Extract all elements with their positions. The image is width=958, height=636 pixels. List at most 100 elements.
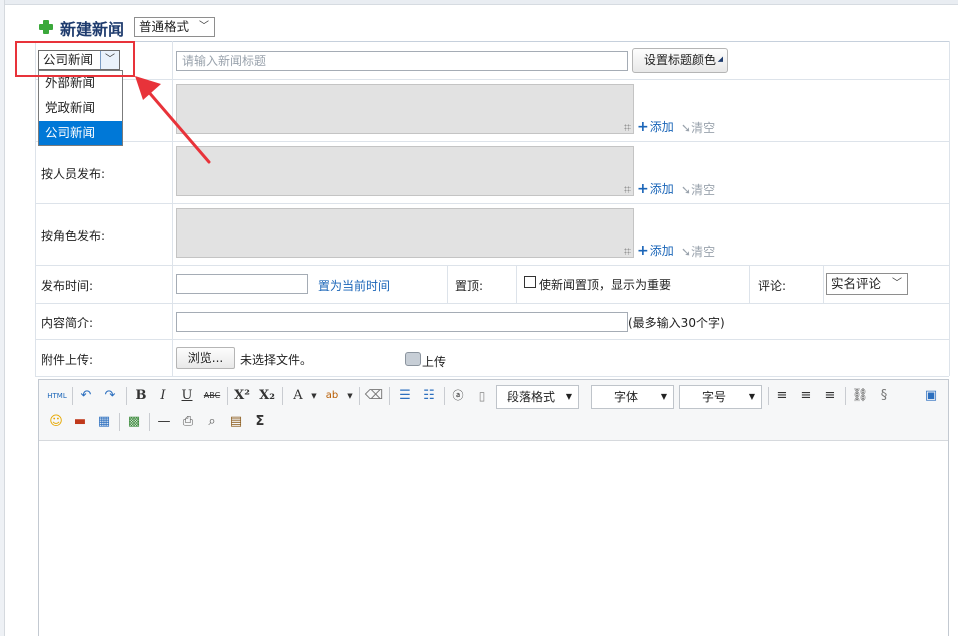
return-arrow-icon: ➘ (681, 183, 692, 197)
pin-checkbox-label: 使新闻置顶，显示为重要 (539, 278, 672, 292)
toolbar-separator (72, 387, 73, 405)
font-size-value: 字号 (702, 390, 727, 404)
clear-department-link[interactable]: ➘清空 (681, 119, 715, 136)
highlight-color-icon[interactable]: ab (322, 386, 342, 406)
department-textarea[interactable] (176, 84, 634, 134)
add-department-link[interactable]: +添加 (637, 118, 674, 135)
pin-checkbox[interactable] (524, 276, 536, 288)
dropdown-arrow-icon[interactable]: ▼ (340, 386, 360, 406)
preview-icon[interactable]: ⌕ (202, 412, 222, 432)
video-icon[interactable]: ▦ (94, 412, 114, 432)
paragraph-format-select[interactable]: 段落格式 ▼ (496, 385, 579, 409)
toolbar-separator (119, 413, 120, 431)
row-divider (35, 376, 949, 377)
resize-grip-icon (624, 124, 631, 131)
format-select[interactable]: 普通格式 ﹀ (134, 17, 215, 37)
format-select-value: 普通格式 (139, 19, 190, 34)
col-divider (823, 265, 824, 303)
image-icon[interactable]: ▬ (70, 412, 90, 432)
emoticon-icon[interactable]: ☺ (46, 412, 66, 432)
person-textarea[interactable] (176, 146, 634, 196)
toolbar-separator (845, 387, 846, 405)
publish-time-label: 发布时间: (41, 279, 94, 293)
toolbar-separator (126, 387, 127, 405)
publish-by-person-label: 按人员发布: (41, 167, 106, 181)
superscript-icon[interactable]: X² (232, 386, 252, 406)
align-left-icon[interactable]: ≡ (772, 386, 792, 406)
toolbar-separator (359, 387, 360, 405)
clear-role-link[interactable]: ➘清空 (681, 243, 715, 260)
plus-icon: + (637, 119, 649, 135)
browse-button[interactable]: 浏览... (176, 347, 235, 369)
font-family-select[interactable]: 字体 ▼ (591, 385, 674, 409)
category-option-selected[interactable]: 公司新闻 (39, 121, 122, 145)
add-role-link[interactable]: +添加 (637, 242, 674, 259)
paste-icon[interactable]: ▤ (226, 412, 246, 432)
summary-input[interactable] (176, 312, 628, 332)
col-divider (35, 41, 36, 376)
page-icon[interactable]: ▯ (472, 386, 492, 406)
clear-label: 清空 (691, 121, 716, 135)
annotation-arrow-icon (135, 76, 211, 164)
unlink-icon[interactable]: § (874, 386, 894, 406)
bold-icon[interactable]: B (131, 386, 151, 406)
top-border (0, 0, 958, 5)
formula-icon[interactable]: Σ (250, 412, 270, 432)
font-family-value: 字体 (614, 390, 639, 404)
plus-icon: + (637, 181, 649, 197)
dropdown-arrow-icon[interactable]: ▼ (304, 386, 324, 406)
pin-label: 置顶: (455, 279, 484, 293)
upload-icon[interactable] (405, 352, 421, 366)
highlight-box (15, 41, 135, 77)
comment-label: 评论: (758, 279, 787, 293)
return-arrow-icon: ➘ (681, 121, 692, 135)
subscript-icon[interactable]: X₂ (257, 386, 277, 406)
set-title-color-button[interactable]: 设置标题颜色 ◢ (632, 48, 728, 73)
comment-select[interactable]: 实名评论 ﹀ (826, 273, 908, 295)
category-dropdown-list: 外部新闻 党政新闻 公司新闻 (38, 70, 123, 146)
col-divider (516, 265, 517, 303)
redo-icon[interactable]: ↷ (100, 386, 120, 406)
clear-person-link[interactable]: ➘清空 (681, 181, 715, 198)
plus-icon: + (637, 243, 649, 259)
role-textarea[interactable] (176, 208, 634, 258)
add-label: 添加 (649, 244, 674, 258)
horizontal-rule-icon[interactable]: — (154, 412, 174, 432)
set-current-time-link[interactable]: 置为当前时间 (318, 277, 390, 294)
strikethrough-icon[interactable]: ABC (202, 386, 222, 406)
clear-label: 清空 (691, 245, 716, 259)
upload-label[interactable]: 上传 (422, 353, 446, 370)
fullscreen-icon[interactable]: ▣ (921, 386, 941, 406)
add-news-icon (38, 19, 54, 35)
news-title-input[interactable]: 请输入新闻标题 (176, 51, 628, 71)
category-option[interactable]: 党政新闻 (39, 96, 122, 120)
toolbar-separator (389, 387, 390, 405)
italic-icon[interactable]: I (153, 386, 173, 406)
ordered-list-icon[interactable]: ☰ (395, 386, 415, 406)
publish-by-role-label: 按角色发布: (41, 229, 106, 243)
publish-time-input[interactable] (176, 274, 308, 294)
insert-picture-icon[interactable]: ▩ (124, 412, 144, 432)
html-source-button[interactable]: HTML (47, 386, 67, 406)
set-title-color-label: 设置标题颜色 (643, 53, 716, 67)
add-person-link[interactable]: +添加 (637, 180, 674, 197)
dropdown-arrow-icon: ▼ (748, 392, 755, 401)
underline-icon[interactable]: U (177, 386, 197, 406)
undo-icon[interactable]: ↶ (76, 386, 96, 406)
left-frame-border (0, 0, 5, 636)
link-icon[interactable]: ⛓ (850, 386, 870, 406)
col-divider (447, 265, 448, 303)
font-size-select[interactable]: 字号 ▼ (679, 385, 762, 409)
anchor-icon[interactable]: ⓐ (448, 386, 468, 406)
attachment-label: 附件上传: (41, 353, 94, 367)
print-icon[interactable]: ⎙ (178, 412, 198, 432)
eraser-icon[interactable]: ⌫ (364, 386, 384, 406)
unordered-list-icon[interactable]: ☷ (419, 386, 439, 406)
paragraph-format-value: 段落格式 (507, 390, 556, 404)
return-arrow-icon: ➘ (681, 245, 692, 259)
align-center-icon[interactable]: ≡ (796, 386, 816, 406)
page-title: 新建新闻 (60, 20, 125, 39)
clear-label: 清空 (691, 183, 716, 197)
align-right-icon[interactable]: ≡ (820, 386, 840, 406)
add-label: 添加 (649, 120, 674, 134)
